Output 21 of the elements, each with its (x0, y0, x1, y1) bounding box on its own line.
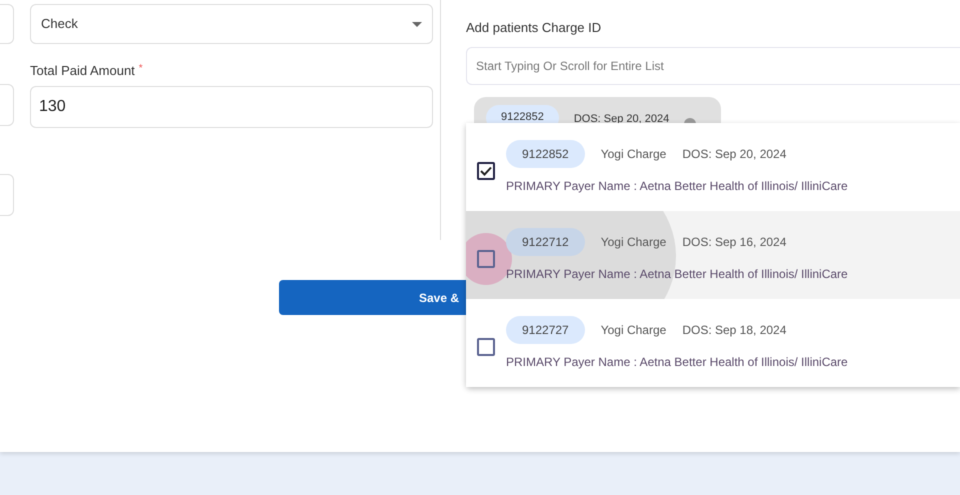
total-paid-field[interactable]: 130 (30, 86, 433, 128)
payer-name: PRIMARY Payer Name : Aetna Better Health of Illinois/ IlliniCare (506, 354, 848, 370)
required-mark: * (138, 62, 143, 76)
dos-text: DOS: Sep 16, 2024 (682, 234, 786, 250)
charge-id-tag: 9122852 (506, 140, 585, 168)
charge-id-tag: 9122727 (506, 316, 585, 344)
charge-name: Yogi Charge (600, 234, 666, 250)
charge-option[interactable]: 9122852 Yogi Charge DOS: Sep 20, 2024 PRIMARY Payer Name : Aetna Better Health of Illinois/ IlliniCare (466, 123, 960, 211)
charge-name: Yogi Charge (600, 146, 666, 162)
payer-name: PRIMARY Payer Name : Aetna Better Health of Illinois/ IlliniCare (506, 266, 848, 282)
field-label: Add patients Charge ID (466, 19, 602, 37)
field-label: Total Paid Amount (30, 62, 135, 80)
charge-id-tag: 9122712 (506, 228, 585, 256)
dos-text: DOS: Sep 20, 2024 (682, 146, 786, 162)
charge-name: Yogi Charge (600, 322, 666, 338)
payer-name: PRIMARY Payer Name : Aetna Better Health of Illinois/ IlliniCare (506, 178, 848, 194)
charge-search-field[interactable]: Start Typing Or Scroll for Entire List (466, 46, 960, 84)
charge-option[interactable]: 9122712 Yogi Charge DOS: Sep 16, 2024 PRIMARY Payer Name : Aetna Better Health of Illinois/ IlliniCare (466, 211, 960, 299)
charge-option[interactable]: 9122727 Yogi Charge DOS: Sep 18, 2024 PRIMARY Payer Name : Aetna Better Health of Illinois/ IlliniCare (466, 299, 960, 387)
payment-method-select[interactable]: Check (30, 4, 433, 44)
dos-text: DOS: Sep 18, 2024 (682, 322, 786, 338)
